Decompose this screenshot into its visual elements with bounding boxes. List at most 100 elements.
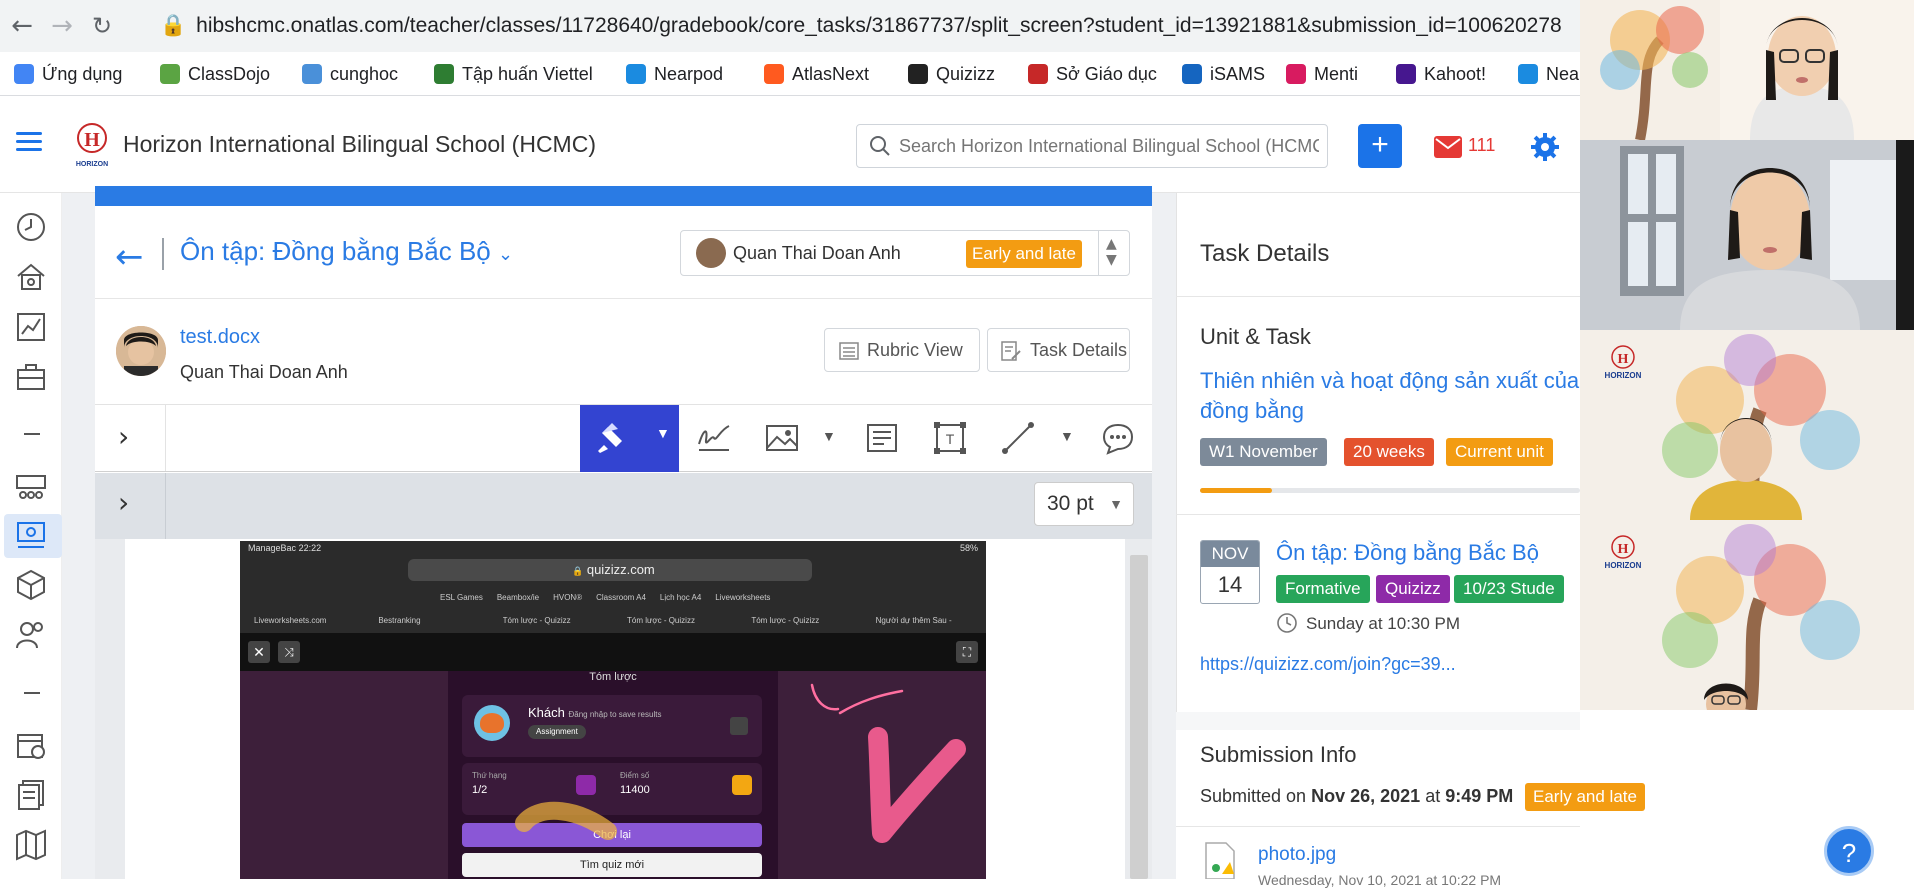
sidebar-home-icon[interactable] xyxy=(14,260,48,294)
bookmark-item[interactable]: iSAMS xyxy=(1182,62,1265,86)
video-tile-2[interactable] xyxy=(1580,140,1914,330)
text-box-icon[interactable]: T xyxy=(932,420,968,456)
sidebar-cube-icon[interactable] xyxy=(14,568,48,602)
search-icon xyxy=(870,136,890,156)
date-month: NOV xyxy=(1201,541,1259,567)
task-link[interactable]: Ôn tập: Đồng bằng Bắc Bộ xyxy=(1276,540,1539,566)
participant-video xyxy=(1580,140,1914,330)
bookmark-item[interactable]: Quizizz xyxy=(908,62,995,86)
caret-down-icon[interactable]: ▼ xyxy=(1060,428,1074,444)
rubric-view-button[interactable]: Rubric View xyxy=(824,328,980,372)
at-word: at xyxy=(1425,786,1441,806)
list-icon xyxy=(839,342,859,360)
unit-badge: 20 weeks xyxy=(1344,438,1434,466)
student-name: Quan Thai Doan Anh xyxy=(180,362,348,382)
browser-back-button[interactable]: ← xyxy=(8,12,36,40)
toolbar-separator xyxy=(165,405,166,471)
search-box[interactable] xyxy=(856,124,1328,168)
task-details-button[interactable]: Task Details xyxy=(987,328,1130,372)
bookmark-icon xyxy=(626,64,646,84)
ink-annotation xyxy=(515,683,966,843)
bookmark-item[interactable]: Kahoot! xyxy=(1396,62,1486,86)
bookmark-label: Nearpod xyxy=(654,64,724,84)
submitted-time: 9:49 PM xyxy=(1445,786,1514,806)
sidebar-grid-icon[interactable] xyxy=(14,470,48,504)
bookmark-label: Tập huấn Viettel xyxy=(462,64,593,84)
bookmark-item[interactable]: Ứng dụng xyxy=(14,62,122,86)
video-tile-4[interactable]: H HORIZON xyxy=(1580,520,1914,710)
sidebar-map-icon[interactable] xyxy=(14,828,48,862)
image-file-icon xyxy=(1205,842,1235,879)
bookmark-item[interactable]: cunghoc xyxy=(302,62,398,86)
bookmark-label: iSAMS xyxy=(1210,64,1266,84)
tile-logo-text: HORIZON xyxy=(1605,371,1642,380)
document-scrollbar[interactable] xyxy=(1130,555,1148,879)
bookmark-icon xyxy=(302,64,322,84)
tool-options-bar xyxy=(95,473,1152,539)
video-tile-1[interactable] xyxy=(1580,0,1914,140)
select-separator xyxy=(1098,231,1099,275)
bookmark-item[interactable]: Sở Giáo dục xyxy=(1028,62,1157,86)
up-down-chevron-icon[interactable]: ▲ ▼ xyxy=(1106,236,1117,268)
sidebar-classes-icon[interactable] xyxy=(14,519,48,553)
participant-video: H HORIZON xyxy=(1580,520,1914,710)
bookmark-icon xyxy=(434,64,454,84)
note-icon[interactable] xyxy=(864,420,900,456)
task-title-dropdown[interactable]: Ôn tập: Đồng bằng Bắc Bộ ⌄ xyxy=(180,236,513,267)
student-avatar xyxy=(116,326,166,376)
image-icon[interactable] xyxy=(764,420,800,456)
sidebar-people-icon[interactable] xyxy=(14,618,48,652)
svg-text:H: H xyxy=(1618,352,1629,367)
address-bar[interactable]: 🔒 hibshcmc.onatlas.com/teacher/classes/11… xyxy=(160,8,1580,44)
sidebar-documents-icon[interactable] xyxy=(14,778,48,812)
chevron-right-icon[interactable]: › xyxy=(118,420,129,453)
attachment-link[interactable]: photo.jpg xyxy=(1258,844,1336,866)
bookmark-item[interactable]: Menti xyxy=(1286,62,1358,86)
mail-count-badge: 111 xyxy=(1468,135,1496,155)
bookmark-icon xyxy=(908,64,928,84)
bookmark-item[interactable]: Nea xyxy=(1518,62,1579,86)
signature-icon[interactable] xyxy=(696,420,732,456)
clock-icon xyxy=(1277,613,1297,633)
search-input[interactable] xyxy=(899,133,1319,159)
sidebar-clock-icon[interactable] xyxy=(14,210,48,244)
bookmark-item[interactable]: Nearpod xyxy=(626,62,723,86)
bookmark-label: Kahoot! xyxy=(1424,64,1487,84)
pen-size-select[interactable]: 30 pt ▼ xyxy=(1034,482,1134,526)
bookmark-icon xyxy=(1286,64,1306,84)
menu-icon[interactable] xyxy=(16,132,42,152)
due-date-text: Sunday at 10:30 PM xyxy=(1306,614,1461,633)
mail-icon[interactable] xyxy=(1434,136,1462,158)
browser-forward-button[interactable]: → xyxy=(48,12,76,40)
sidebar-calendar-icon[interactable] xyxy=(14,728,48,762)
bookmark-item[interactable]: AtlasNext xyxy=(764,62,869,86)
help-button[interactable]: ? xyxy=(1824,826,1874,876)
sidebar-briefcase-icon[interactable] xyxy=(14,360,48,394)
gear-icon[interactable] xyxy=(1530,132,1560,162)
line-icon[interactable] xyxy=(1000,420,1036,456)
add-button[interactable]: + xyxy=(1358,124,1402,168)
school-name[interactable]: Horizon International Bilingual School (… xyxy=(123,131,596,158)
chevron-right-icon[interactable]: › xyxy=(118,486,129,519)
file-name-link[interactable]: test.docx xyxy=(180,326,260,349)
highlighter-tool-button[interactable]: ▼ xyxy=(580,405,679,472)
bookmark-item[interactable]: Tập huấn Viettel xyxy=(434,62,593,86)
unit-badge: Current unit xyxy=(1446,438,1553,466)
comment-icon[interactable] xyxy=(1100,420,1136,456)
back-arrow-icon[interactable]: ← xyxy=(115,237,144,277)
browser-reload-button[interactable]: ↻ xyxy=(88,12,116,40)
video-tile-3[interactable]: H HORIZON xyxy=(1580,330,1914,520)
unit-progress-fill xyxy=(1200,488,1273,493)
status-badge: Early and late xyxy=(966,240,1082,268)
quiz-url-link[interactable]: https://quizizz.com/join?gc=39... xyxy=(1200,654,1456,675)
toolbar-separator xyxy=(165,473,166,539)
unit-title-link[interactable]: Thiên nhiên và hoạt động sản xuất của đồ… xyxy=(1200,366,1580,426)
caret-down-icon[interactable]: ▼ xyxy=(822,428,836,444)
url-text: hibshcmc.onatlas.com/teacher/classes/117… xyxy=(196,14,1562,37)
unit-task-heading: Unit & Task xyxy=(1200,324,1311,349)
panel-divider xyxy=(1176,826,1580,827)
bookmark-item[interactable]: ClassDojo xyxy=(160,62,270,86)
lock-icon: 🔒 xyxy=(160,14,187,37)
caret-down-icon[interactable]: ▼ xyxy=(656,425,670,441)
sidebar-chart-icon[interactable] xyxy=(14,310,48,344)
